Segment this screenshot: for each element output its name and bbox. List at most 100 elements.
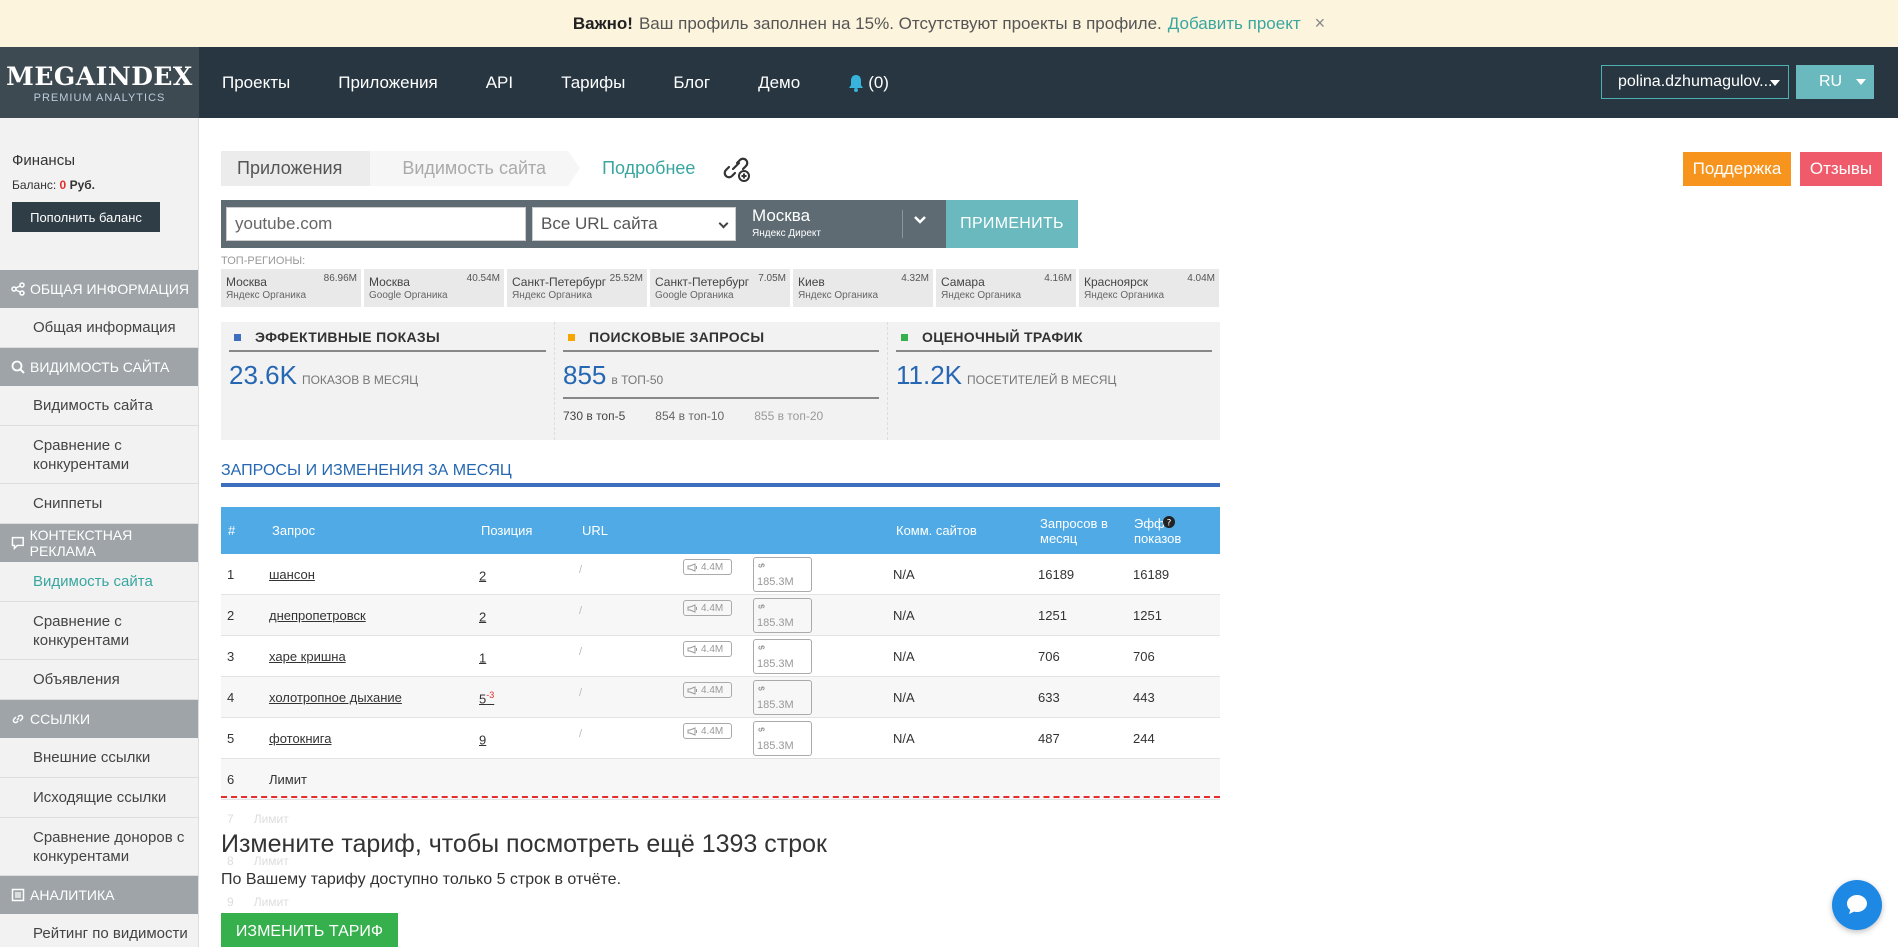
ads-badge[interactable]: 4.4M <box>683 559 732 575</box>
square-marker-icon <box>568 333 575 341</box>
notifications-button[interactable]: (0) <box>848 73 937 93</box>
language-select[interactable]: RU <box>1796 65 1874 99</box>
section-links[interactable]: ССЫЛКИ <box>0 700 198 738</box>
position-link[interactable]: 1 <box>479 649 486 665</box>
region-select[interactable]: Москва Яндекс Директ <box>752 206 821 239</box>
nav-blog[interactable]: Блог <box>673 73 710 93</box>
chevron-down-icon[interactable] <box>913 213 927 227</box>
user-name: polina.dzhumagulov... <box>1618 73 1773 90</box>
requests-count: 633 <box>1038 690 1060 705</box>
ads-badge[interactable]: 4.4M <box>683 723 732 739</box>
sidebar-item-visibility[interactable]: Видимость сайта <box>0 386 198 426</box>
topup-button[interactable]: Пополнить баланс <box>12 202 160 232</box>
region-card[interactable]: Самара Яндекс Органика 4.16M <box>936 269 1076 307</box>
top-regions: Москва Яндекс Органика 86.96M Москва Google… <box>221 269 1219 307</box>
query-link[interactable]: шансон <box>269 567 315 582</box>
caret-down-icon <box>1770 80 1780 86</box>
url-link[interactable]: / <box>579 687 582 699</box>
sidebar-item-ads-competitors[interactable]: Сравнение с конкурентами <box>0 602 198 660</box>
position-link[interactable]: 5-3 <box>479 690 494 706</box>
nav-apps[interactable]: Приложения <box>338 73 437 93</box>
limit-divider <box>221 796 1220 798</box>
sidebar: Финансы Баланс: 0 Руб. Пополнить баланс … <box>0 118 199 947</box>
change-tariff-button[interactable]: ИЗМЕНИТЬ ТАРИФ <box>221 913 398 947</box>
url-link[interactable]: / <box>579 728 582 740</box>
logo[interactable]: MEGAINDEX PREMIUM ANALYTICS <box>0 47 199 118</box>
sidebar-item-general-info[interactable]: Общая информация <box>0 308 198 348</box>
link-icon <box>758 645 765 650</box>
region-card[interactable]: Санкт-Петербург Google Органика 7.05M <box>650 269 790 307</box>
query-link[interactable]: днепропетровск <box>269 608 366 623</box>
table-header: # Запрос Позиция URL Комм. сайтов Запрос… <box>221 507 1220 554</box>
notice-close-icon[interactable]: × <box>1315 13 1326 34</box>
breadcrumb-details[interactable]: Подробнее <box>602 158 695 179</box>
add-project-link[interactable]: Добавить проект <box>1168 14 1301 34</box>
table-title: ЗАПРОСЫ И ИЗМЕНЕНИЯ ЗА МЕСЯЦ <box>221 462 512 479</box>
breadcrumb-visibility[interactable]: Видимость сайта <box>370 151 580 186</box>
query-link[interactable]: холотропное дыхание <box>269 690 402 705</box>
apply-button[interactable]: ПРИМЕНИТЬ <box>946 200 1078 248</box>
links-badge[interactable]: 185.3M <box>753 598 812 633</box>
query-link[interactable]: харе кришна <box>269 649 346 664</box>
links-badge[interactable]: 185.3M <box>753 680 812 715</box>
sidebar-item-rating[interactable]: Рейтинг по видимости <box>0 914 198 947</box>
support-button[interactable]: Поддержка <box>1683 152 1791 186</box>
nav-demo[interactable]: Демо <box>758 73 800 93</box>
links-badge[interactable]: 185.3M <box>753 557 812 592</box>
section-general[interactable]: ОБЩАЯ ИНФОРМАЦИЯ <box>0 270 198 308</box>
sidebar-item-ads-visibility[interactable]: Видимость сайта <box>0 562 198 602</box>
sidebar-item-donors[interactable]: Сравнение доноров с конкурентами <box>0 818 198 876</box>
region-card[interactable]: Санкт-Петербург Яндекс Органика 25.52M <box>507 269 647 307</box>
megaphone-icon <box>687 644 697 654</box>
ghost-row: 7 Лимит <box>227 812 289 826</box>
metric-value: 23.6K <box>229 360 297 390</box>
requests-count: 706 <box>1038 649 1060 664</box>
sidebar-item-competitors[interactable]: Сравнение с конкурентами <box>0 426 198 484</box>
section-visibility[interactable]: ВИДИМОСТЬ САЙТА <box>0 348 198 386</box>
reviews-button[interactable]: Отзывы <box>1800 152 1882 186</box>
requests-count: 16189 <box>1038 567 1075 582</box>
region-card[interactable]: Москва Яндекс Органика 86.96M <box>221 269 361 307</box>
position-link[interactable]: 9 <box>479 731 486 747</box>
megaphone-icon <box>687 603 697 613</box>
url-select[interactable]: Все URL сайта <box>532 207 736 241</box>
nav-projects[interactable]: Проекты <box>222 73 290 93</box>
url-link[interactable]: / <box>579 564 582 576</box>
link-icon <box>758 604 765 609</box>
sidebar-item-external-links[interactable]: Внешние ссылки <box>0 738 198 778</box>
url-link[interactable]: / <box>579 646 582 658</box>
ads-badge[interactable]: 4.4M <box>683 641 732 657</box>
position-link[interactable]: 2 <box>479 608 486 624</box>
notifications-count: (0) <box>868 72 889 92</box>
query-link[interactable]: фотокнига <box>269 731 332 746</box>
sidebar-item-outgoing-links[interactable]: Исходящие ссылки <box>0 778 198 818</box>
nav-tariffs[interactable]: Тарифы <box>561 73 625 93</box>
balance-value: 0 <box>59 178 67 192</box>
logo-main: MEGAINDEX <box>6 62 193 91</box>
sidebar-item-snippets[interactable]: Сниппеты <box>0 484 198 524</box>
megaphone-icon <box>687 685 697 695</box>
ads-badge[interactable]: 4.4M <box>683 600 732 616</box>
breadcrumb-apps[interactable]: Приложения <box>221 151 383 186</box>
chat-button[interactable] <box>1832 880 1882 930</box>
url-link[interactable]: / <box>579 605 582 617</box>
row-number: 4 <box>227 690 235 705</box>
nav-api[interactable]: API <box>486 73 513 93</box>
links-badge[interactable]: 185.3M <box>753 639 812 674</box>
region-card[interactable]: Красноярск Яндекс Органика 4.04M <box>1079 269 1219 307</box>
table-row: 5 фотокнига 9 / 4.4M 185.3M N/A 487 244 <box>221 718 1220 759</box>
ads-badge[interactable]: 4.4M <box>683 682 732 698</box>
region-card[interactable]: Киев Яндекс Органика 4.32M <box>793 269 933 307</box>
domain-input[interactable]: youtube.com <box>226 207 526 241</box>
upsell-title: Измените тариф, чтобы посмотреть ещё 139… <box>221 830 827 858</box>
section-context-ads[interactable]: КОНТЕКСТНАЯ РЕКЛАМА <box>0 524 198 562</box>
section-analytics[interactable]: АНАЛИТИКА <box>0 876 198 914</box>
add-link-button[interactable] <box>721 155 751 183</box>
help-icon[interactable]: ? <box>1163 516 1175 528</box>
region-card[interactable]: Москва Google Органика 40.54M <box>364 269 504 307</box>
user-menu[interactable]: polina.dzhumagulov... <box>1601 65 1789 99</box>
megaphone-icon <box>687 726 697 736</box>
links-badge[interactable]: 185.3M <box>753 721 812 756</box>
sidebar-item-ads[interactable]: Объявления <box>0 660 198 700</box>
position-link[interactable]: 2 <box>479 567 486 583</box>
